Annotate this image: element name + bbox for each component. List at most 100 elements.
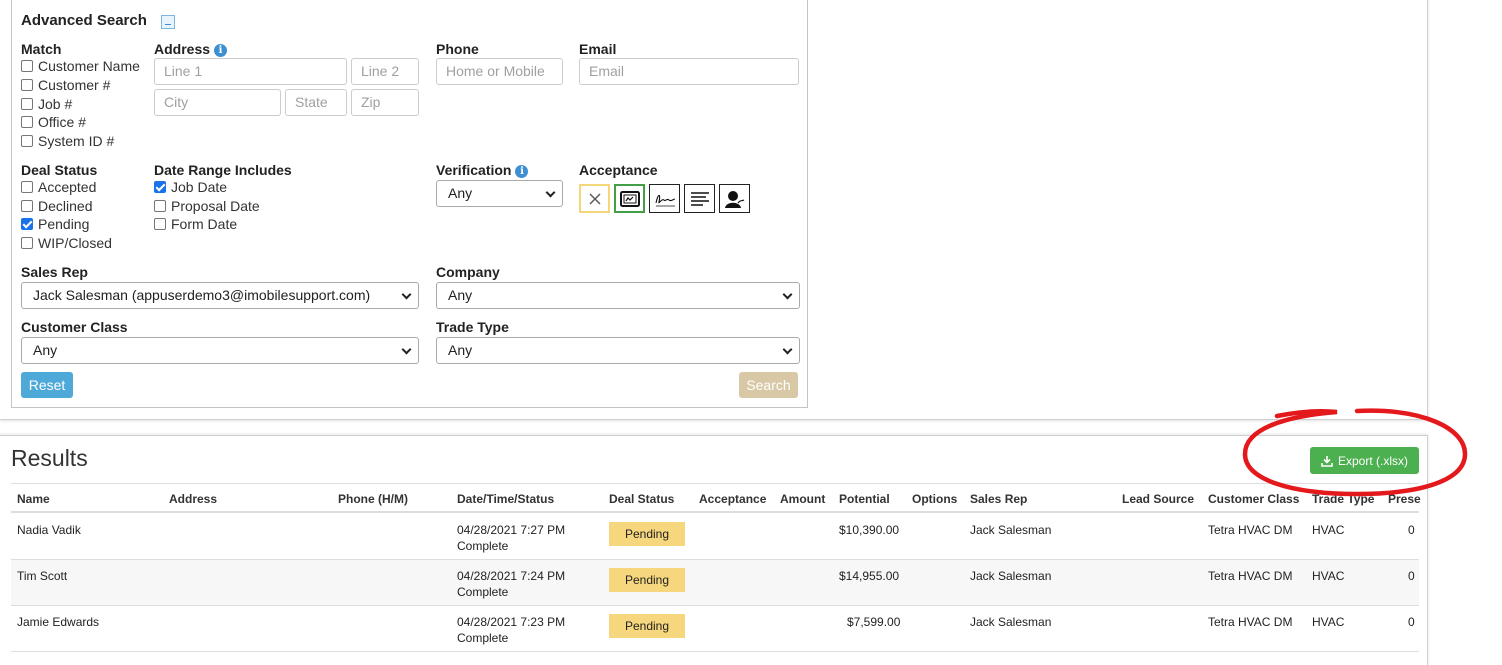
col-sales-rep[interactable]: Sales Rep <box>970 492 1027 506</box>
email-label: Email <box>579 41 617 57</box>
customer-class-label: Customer Class <box>21 319 128 335</box>
download-icon <box>1321 455 1333 467</box>
cell-trade-type: HVAC <box>1312 569 1345 583</box>
address-city-input[interactable]: City <box>154 89 281 116</box>
date-range-label: Date Range Includes <box>154 162 292 178</box>
trade-type-label: Trade Type <box>436 319 509 335</box>
checkbox[interactable] <box>21 236 33 249</box>
checkbox[interactable] <box>21 78 33 91</box>
deal-status-pending[interactable]: Pending <box>21 214 89 233</box>
cell-customer-class: Tetra HVAC DM <box>1208 523 1293 537</box>
trade-type-select[interactable]: Any <box>436 337 800 364</box>
match-office-number[interactable]: Office # <box>21 112 86 131</box>
results-table-header: Name Address Phone (H/M) Date/Time/Statu… <box>11 483 1421 513</box>
address-label: Address i <box>154 41 228 57</box>
company-select[interactable]: Any <box>436 282 800 309</box>
col-prese[interactable]: Prese <box>1388 492 1421 506</box>
address-state-input[interactable]: State <box>285 89 347 116</box>
checkbox[interactable] <box>21 115 33 128</box>
cell-datetime: 04/28/2021 7:27 PM Complete <box>457 523 566 553</box>
cell-sales-rep: Jack Salesman <box>970 569 1052 583</box>
deal-status-declined[interactable]: Declined <box>21 196 92 215</box>
col-options[interactable]: Options <box>912 492 957 506</box>
checkbox[interactable] <box>21 180 33 193</box>
verification-label: Verification i <box>436 162 529 178</box>
info-icon[interactable]: i <box>214 44 228 57</box>
date-range-form-date[interactable]: Form Date <box>154 214 237 233</box>
deal-status-label: Deal Status <box>21 162 98 178</box>
col-name[interactable]: Name <box>17 492 50 506</box>
search-button[interactable]: Search <box>739 372 798 398</box>
cell-potential: $7,599.00 <box>847 615 901 629</box>
cell-name: Nadia Vadik <box>17 523 81 537</box>
acceptance-screen-sign-icon[interactable] <box>614 184 645 213</box>
checkbox[interactable] <box>21 134 33 147</box>
checkbox-checked[interactable] <box>154 180 166 193</box>
results-panel: Results Export (.xlsx) Name Address Phon… <box>0 435 1428 665</box>
customer-class-select[interactable]: Any <box>21 337 419 364</box>
verification-select[interactable]: Any <box>436 180 563 207</box>
match-label: Match <box>21 41 62 57</box>
checkbox[interactable] <box>21 97 33 110</box>
status-badge: Pending <box>609 522 685 546</box>
match-system-id[interactable]: System ID # <box>21 131 114 150</box>
checkbox[interactable] <box>154 217 166 230</box>
checkbox[interactable] <box>21 199 33 212</box>
col-acceptance[interactable]: Acceptance <box>699 492 766 506</box>
match-customer-name[interactable]: Customer Name <box>21 56 140 75</box>
deal-status-wip-closed[interactable]: WIP/Closed <box>21 233 112 252</box>
cell-prese: 0 <box>1408 615 1415 629</box>
collapse-icon[interactable] <box>161 15 175 29</box>
cell-customer-class: Tetra HVAC DM <box>1208 569 1293 583</box>
table-row[interactable]: Jamie Edwards 04/28/2021 7:23 PM Complete… <box>11 606 1419 652</box>
col-deal-status[interactable]: Deal Status <box>609 492 674 506</box>
chevron-down-icon <box>782 289 793 300</box>
sales-rep-select[interactable]: Jack Salesman (appuserdemo3@imobilesuppo… <box>21 282 419 309</box>
cell-sales-rep: Jack Salesman <box>970 615 1052 629</box>
table-row[interactable]: Nadia Vadik 04/28/2021 7:27 PM Complete P… <box>11 514 1419 560</box>
reset-button[interactable]: Reset <box>21 372 73 398</box>
match-job-number[interactable]: Job # <box>21 94 72 113</box>
checkbox[interactable] <box>154 199 166 212</box>
cell-customer-class: Tetra HVAC DM <box>1208 615 1293 629</box>
match-customer-number[interactable]: Customer # <box>21 75 110 94</box>
col-customer-class[interactable]: Customer Class <box>1208 492 1299 506</box>
results-title: Results <box>11 445 88 471</box>
table-row[interactable]: Tim Scott 04/28/2021 7:24 PM Complete Pen… <box>11 560 1419 606</box>
acceptance-none-icon[interactable] <box>579 184 610 213</box>
acceptance-person-sign-icon[interactable] <box>719 184 750 213</box>
cell-sales-rep: Jack Salesman <box>970 523 1052 537</box>
col-potential[interactable]: Potential <box>839 492 890 506</box>
cell-trade-type: HVAC <box>1312 615 1345 629</box>
address-zip-input[interactable]: Zip <box>351 89 419 116</box>
date-range-proposal-date[interactable]: Proposal Date <box>154 196 260 215</box>
acceptance-document-icon[interactable] <box>684 184 715 213</box>
email-input[interactable]: Email <box>579 58 799 85</box>
phone-label: Phone <box>436 41 479 57</box>
checkbox[interactable] <box>21 59 33 72</box>
top-panel: Advanced Search Match Customer Name Cust… <box>0 0 1428 420</box>
col-amount[interactable]: Amount <box>780 492 825 506</box>
col-phone[interactable]: Phone (H/M) <box>338 492 408 506</box>
phone-input[interactable]: Home or Mobile <box>436 58 563 85</box>
address-line2-input[interactable]: Line 2 <box>351 58 419 85</box>
company-label: Company <box>436 264 500 280</box>
col-datetime-status[interactable]: Date/Time/Status <box>457 492 554 506</box>
deal-status-accepted[interactable]: Accepted <box>21 177 96 196</box>
export-button[interactable]: Export (.xlsx) <box>1310 447 1419 474</box>
col-lead-source[interactable]: Lead Source <box>1122 492 1194 506</box>
cell-potential: $14,955.00 <box>839 569 900 583</box>
advanced-search-title: Advanced Search <box>21 12 147 29</box>
date-range-job-date[interactable]: Job Date <box>154 177 227 196</box>
col-trade-type[interactable]: Trade Type <box>1312 492 1374 506</box>
col-address[interactable]: Address <box>169 492 217 506</box>
checkbox-checked[interactable] <box>21 217 33 230</box>
cell-name: Jamie Edwards <box>17 615 100 629</box>
status-badge: Pending <box>609 614 685 638</box>
info-icon[interactable]: i <box>515 165 529 178</box>
chevron-down-icon <box>782 344 793 355</box>
cell-potential: $10,390.00 <box>839 523 900 537</box>
address-line1-input[interactable]: Line 1 <box>154 58 347 85</box>
acceptance-signature-icon[interactable] <box>649 184 680 213</box>
chevron-down-icon <box>401 289 412 300</box>
